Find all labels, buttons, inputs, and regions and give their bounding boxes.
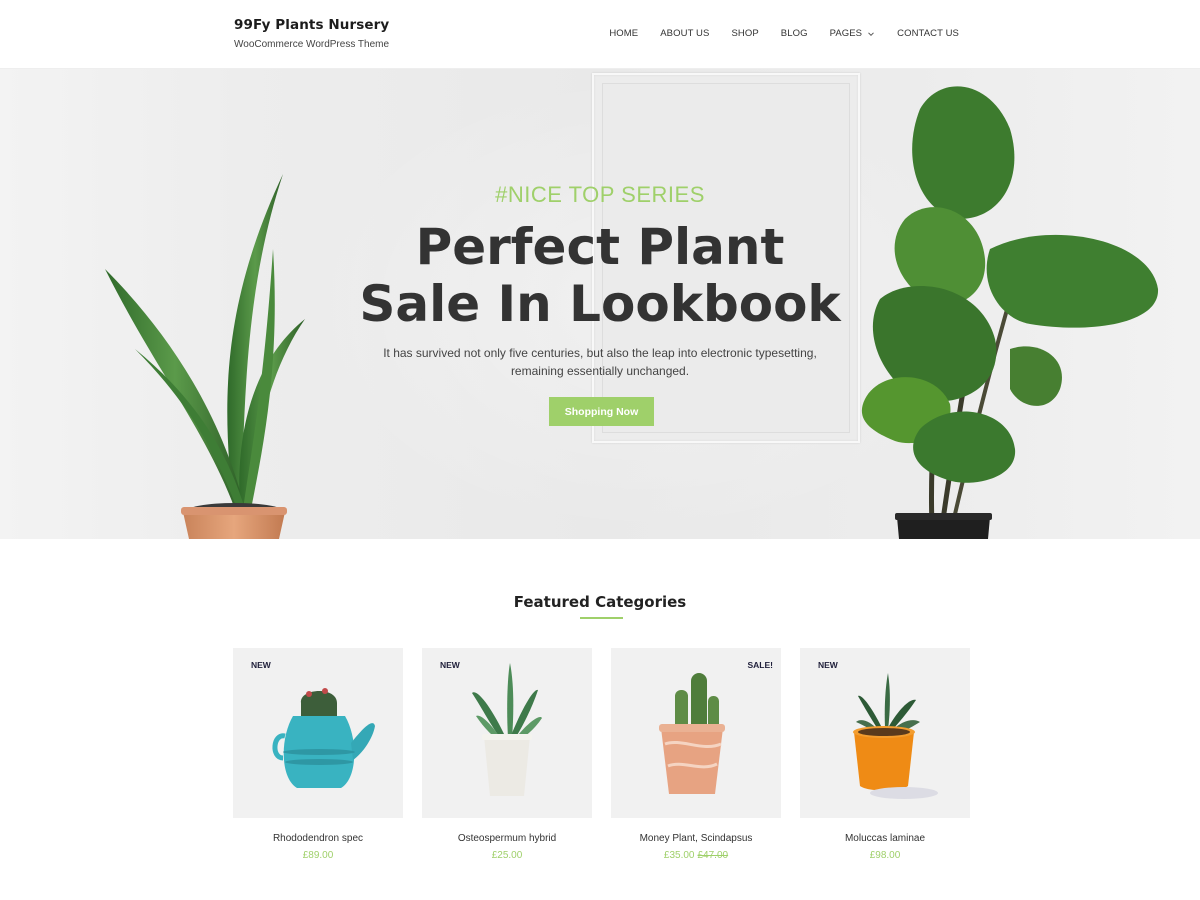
chevron-down-icon [868,31,874,36]
price-old: £47.00 [697,850,729,861]
nav-blog-label: BLOG [780,28,808,39]
product-image[interactable]: NEW [800,648,970,818]
haworthia-plant-image [853,673,938,799]
site-tagline: WooCommerce WordPress Theme [234,39,390,50]
price-current: £98.00 [869,850,901,861]
hero-title-line1: Perfect Plant [415,218,785,276]
product-name[interactable]: Money Plant, Scindapsus [611,833,781,844]
new-badge: NEW [251,660,271,670]
hero-subtitle-line1: It has survived not only five centuries,… [383,346,817,360]
hero-banner: #NICE TOP SERIES Perfect Plant Sale In L… [0,69,1200,539]
price-current: £35.00 [663,850,695,861]
product-price: £89.00 [233,850,403,861]
aloe-plant-image [472,663,542,796]
price-current: £89.00 [302,850,334,861]
nav-about-us-label: ABOUT US [660,28,710,39]
product-price: £98.00 [800,850,970,861]
product-card[interactable]: NEW Osteospermum hybrid £25.00 [422,648,592,861]
hero-subtitle-line2: remaining essentially unchanged. [510,364,690,378]
sale-badge: SALE! [747,660,774,670]
product-name[interactable]: Moluccas laminae [800,833,970,844]
featured-categories-title: Featured Categories [513,593,687,611]
product-name[interactable]: Osteospermum hybrid [422,833,592,844]
new-badge: NEW [818,660,838,670]
nav-about-us[interactable]: ABOUT US [660,28,709,39]
brand[interactable]: 99Fy Plants Nursery WooCommerce WordPres… [234,17,389,50]
nav-shop[interactable]: SHOP [731,28,758,39]
product-card[interactable]: NEW Rhododendron spec £89.00 [233,648,403,861]
product-price: £35.00 £47.00 [611,850,781,861]
product-grid: NEW Rhododendron spec £89.00 NEW Osteosp… [233,648,971,878]
nav-contact-us-label: CONTACT US [897,28,959,39]
product-name[interactable]: Rhododendron spec [233,833,403,844]
main-nav: HOME ABOUT US SHOP BLOG PAGES CONTACT US [587,28,959,39]
site-header: 99Fy Plants Nursery WooCommerce WordPres… [0,0,1200,69]
product-price: £25.00 [422,850,592,861]
site-title[interactable]: 99Fy Plants Nursery [234,17,389,33]
nav-pages[interactable]: PAGES [830,28,876,39]
nav-contact-us[interactable]: CONTACT US [897,28,959,39]
hero-kicker: #NICE TOP SERIES [495,182,705,207]
product-card[interactable]: SALE! Money Plant, Scindapsus £35.00 £47.… [611,648,781,861]
nav-home[interactable]: HOME [609,28,638,39]
cactus-teapot-image [272,688,375,788]
hero-title: Perfect Plant Sale In Lookbook [0,219,1200,333]
product-image[interactable]: NEW [422,648,592,818]
product-card[interactable]: NEW Moluccas laminae £98.00 [800,648,970,861]
hero-subtitle: It has survived not only five centuries,… [360,344,840,380]
nav-shop-label: SHOP [731,28,759,39]
price-current: £25.00 [491,850,523,861]
new-badge: NEW [440,660,460,670]
nav-pages-label: PAGES [829,28,863,39]
product-image[interactable]: NEW [233,648,403,818]
cactus-pot-image [659,673,725,794]
product-image[interactable]: SALE! [611,648,781,818]
nav-blog[interactable]: BLOG [781,28,808,39]
section-title-underline [580,617,623,619]
hero-title-line2: Sale In Lookbook [359,275,841,333]
nav-home-label: HOME [609,28,639,39]
shopping-now-button[interactable]: Shopping Now [549,397,654,426]
